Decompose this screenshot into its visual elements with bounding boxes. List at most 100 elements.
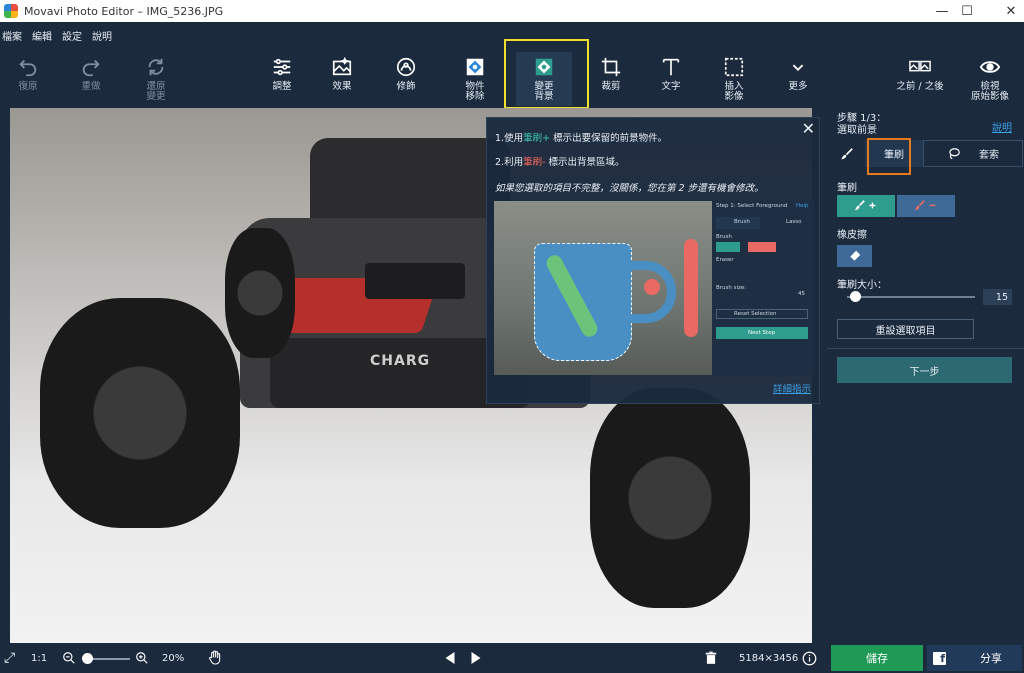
close-button[interactable]: ✕ — [988, 0, 1024, 22]
image-info-button[interactable] — [802, 643, 817, 673]
step-indicator: 步驟 1/3： 選取前景 — [837, 113, 886, 137]
delete-button[interactable] — [704, 643, 718, 673]
tooltip-demo-image: Step 1: Select Foreground Help Brush Las… — [494, 201, 814, 375]
step-number: 步驟 1/3： — [837, 113, 887, 124]
brush-size-input[interactable]: 15 — [983, 289, 1012, 305]
restore-label: 還原 變更 — [146, 81, 166, 102]
menu-edit[interactable]: 編輯 — [32, 28, 58, 43]
before-after-button[interactable]: 之前 / 之後 — [880, 52, 960, 106]
demo-brush-minus — [748, 242, 776, 252]
effects-label: 效果 — [332, 81, 352, 92]
truck-grille — [365, 263, 465, 299]
app-logo-icon — [4, 4, 18, 18]
facebook-icon: f — [933, 651, 946, 665]
menu-settings[interactable]: 設定 — [62, 28, 88, 43]
tooltip-line-2-prefix: 2.利用 — [495, 157, 524, 168]
pan-hand-button[interactable] — [207, 643, 223, 673]
crop-icon — [601, 57, 621, 77]
demo-mini-panel: Step 1: Select Foreground Help Brush Las… — [714, 201, 814, 375]
tooltip-line-2-suffix: 標示出背景區域。 — [545, 157, 625, 168]
next-step-button[interactable]: 下一步 — [837, 357, 1012, 383]
demo-brush-tab: Brush — [734, 219, 750, 225]
next-image-button[interactable] — [470, 643, 481, 673]
eye-icon — [979, 61, 1001, 73]
demo-reset: Reset Selection — [734, 311, 777, 317]
crop-button[interactable]: 裁剪 — [583, 52, 639, 106]
adjust-label: 調整 — [272, 81, 292, 92]
demo-brush-plus — [716, 242, 740, 252]
fit-screen-button[interactable]: ⤢ — [4, 643, 15, 673]
maximize-button[interactable]: ☐ — [944, 0, 990, 22]
reset-selection-button[interactable]: 重設選取項目 — [837, 319, 974, 339]
restore-button[interactable]: 還原 變更 — [128, 52, 184, 106]
info-icon — [802, 651, 817, 665]
tooltip-line-1: 1.使用筆刷+ 標示出要保留的前景物件。 — [495, 130, 667, 144]
instruction-tooltip: ✕ 1.使用筆刷+ 標示出要保留的前景物件。 2.利用筆刷- 標示出背景區域。 … — [486, 117, 820, 404]
brush-plus-button[interactable] — [837, 195, 895, 217]
crop-label: 裁剪 — [601, 81, 621, 92]
insert-image-button[interactable]: 插入 影像 — [706, 52, 762, 106]
demo-size-value: 45 — [798, 291, 805, 297]
redo-button[interactable]: 重做 — [63, 52, 119, 106]
previous-image-button[interactable] — [445, 643, 456, 673]
tooltip-close-button[interactable]: ✕ — [802, 119, 815, 138]
zoom-in-button[interactable] — [135, 643, 149, 673]
save-button[interactable]: 儲存 — [831, 645, 923, 671]
brush-minus-button[interactable] — [897, 195, 955, 217]
demo-brush-section: Brush — [716, 234, 732, 240]
help-link[interactable]: 說明 — [992, 119, 1012, 134]
eraser-button[interactable] — [837, 245, 872, 267]
selection-tabs: 筆刷 套索 — [829, 140, 1023, 167]
zoom-percentage: 20% — [162, 652, 185, 664]
zoom-in-icon — [136, 652, 148, 664]
object-removal-button[interactable]: 物件 移除 — [447, 52, 503, 106]
actual-size-button[interactable]: 1:1 — [31, 643, 47, 673]
tab-brush-icon[interactable] — [829, 140, 865, 167]
menu-help[interactable]: 說明 — [92, 28, 118, 43]
view-original-button[interactable]: 檢視 原始影像 — [960, 52, 1020, 106]
retouch-button[interactable]: 修飾 — [378, 52, 434, 106]
before-after-icon — [909, 60, 931, 72]
demo-red-stroke — [684, 239, 698, 337]
demo-next: Next Step — [748, 330, 776, 336]
demo-brush-size: Brush size: — [716, 285, 747, 291]
text-button[interactable]: 文字 — [643, 52, 699, 106]
adjust-button[interactable]: 調整 — [254, 52, 310, 106]
lasso-icon — [949, 147, 960, 159]
undo-label: 復原 — [18, 81, 38, 92]
zoom-slider-handle[interactable] — [82, 653, 93, 664]
window-title: Movavi Photo Editor – IMG_5236.JPG — [24, 4, 224, 18]
effects-button[interactable]: 效果 — [314, 52, 370, 106]
step-title: 選取前景 — [837, 125, 877, 136]
tooltip-line-2: 2.利用筆刷- 標示出背景區域。 — [495, 154, 625, 168]
tooltip-brush-plus-word: 筆刷+ — [523, 133, 551, 144]
brush-size-slider-handle[interactable] — [849, 291, 861, 302]
tab-lasso-label: 套索 — [979, 150, 999, 161]
tooltip-line-3: 如果您選取的項目不完整，沒關係，您在第 2 步還有機會修改。 — [495, 183, 764, 194]
tab-lasso[interactable]: 套索 — [923, 140, 1023, 167]
front-left-tire — [40, 298, 240, 528]
front-right-tire — [590, 388, 750, 608]
brush-size-slider[interactable] — [847, 296, 975, 298]
brush-minus-icon — [914, 200, 936, 211]
brush-size-label: 筆刷大小： — [837, 280, 887, 291]
tooltip-line-1-prefix: 1.使用 — [495, 133, 524, 144]
detailed-instructions-link[interactable]: 詳細指示 — [773, 381, 811, 395]
demo-eraser-section: Eraser — [716, 257, 734, 263]
menu-file[interactable]: 檔案 — [2, 28, 28, 43]
arrow-left-icon — [445, 652, 455, 664]
chevron-down-icon — [792, 64, 804, 72]
zoom-out-button[interactable] — [62, 643, 76, 673]
undo-button[interactable]: 復原 — [0, 52, 56, 106]
brush-section-label: 筆刷 — [837, 183, 857, 194]
arrow-right-icon — [471, 652, 481, 664]
right-panel: 步驟 1/3： 選取前景 說明 筆刷 套索 筆刷 橡皮擦 筆刷大小： 15 重設… — [827, 108, 1024, 643]
retouch-icon — [396, 57, 416, 77]
share-button[interactable]: f 分享 — [927, 645, 1022, 671]
redo-label: 重做 — [81, 81, 101, 92]
tooltip-brush-minus-word: 筆刷- — [523, 157, 546, 168]
object-removal-label: 物件 移除 — [465, 81, 485, 102]
highlight-box-change-background — [504, 39, 589, 109]
more-button[interactable]: 更多 — [770, 52, 826, 106]
demo-lasso-tab: Lasso — [786, 219, 802, 225]
